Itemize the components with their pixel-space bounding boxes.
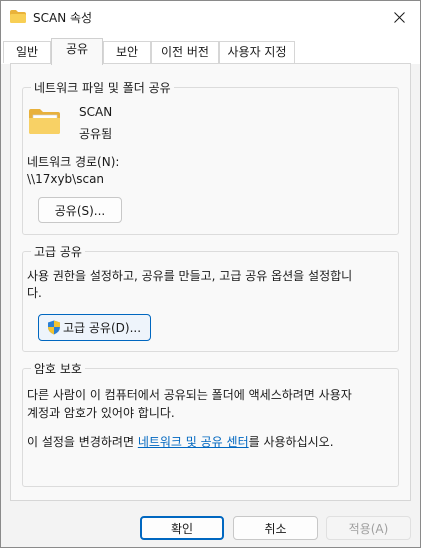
group-title: 암호 보호 [31, 360, 85, 377]
advanced-share-button-label: 고급 공유(D)... [63, 321, 142, 335]
share-status: 공유됨 [79, 127, 113, 141]
advanced-share-description-line1: 사용 권한을 설정하고, 공유를 만들고, 고급 공유 옵션을 설정합니 [27, 269, 353, 283]
tab-label: 사용자 지정 [227, 45, 287, 59]
apply-button-label: 적용(A) [348, 521, 389, 536]
network-path-value: \\17xyb\scan [27, 172, 105, 186]
password-protection-group: 암호 보호 다른 사람이 이 컴퓨터에서 공유되는 폴더에 액세스하려면 사용자… [22, 360, 399, 487]
share-button[interactable]: 공유(S)... [38, 197, 122, 223]
tab-label: 일반 [15, 45, 39, 59]
group-title: 네트워크 파일 및 폴더 공유 [31, 79, 174, 96]
password-description-line2: 계정과 암호가 있어야 합니다. [27, 406, 175, 420]
shared-folder-icon [29, 109, 60, 134]
network-share-group: 네트워크 파일 및 폴더 공유 SCAN 공유됨 네트워크 경로(N): \\1… [22, 79, 399, 235]
network-sharing-center-link[interactable]: 네트워크 및 공유 센터 [138, 435, 249, 449]
uac-shield-icon [48, 320, 60, 335]
tab-customize[interactable]: 사용자 지정 [219, 41, 295, 63]
advanced-share-button[interactable]: 고급 공유(D)... [38, 314, 151, 341]
change-setting-prefix: 이 설정을 변경하려면 [27, 435, 138, 449]
close-icon [393, 11, 405, 23]
tab-sharing[interactable]: 공유 [51, 38, 103, 65]
tab-security[interactable]: 보안 [103, 41, 151, 63]
tab-previous-versions[interactable]: 이전 버전 [151, 41, 219, 63]
ok-button-label: 확인 [170, 521, 194, 536]
advanced-share-group: 고급 공유 사용 권한을 설정하고, 공유를 만들고, 고급 공유 옵션을 설정… [22, 243, 399, 352]
tab-label: 공유 [65, 42, 89, 56]
tab-label: 이전 버전 [161, 45, 209, 59]
tab-general[interactable]: 일반 [3, 41, 51, 63]
close-button[interactable] [378, 1, 420, 33]
properties-window: SCAN 속성 일반 공유 보안 이전 버전 사용자 지정 네트워크 파일 및 … [0, 0, 421, 548]
folder-icon [10, 10, 26, 23]
password-description-line1: 다른 사람이 이 컴퓨터에서 공유되는 폴더에 액세스하려면 사용자 [27, 388, 352, 402]
advanced-share-description-line2: 다. [27, 286, 42, 300]
network-path-label: 네트워크 경로(N): [27, 155, 120, 169]
tab-label: 보안 [115, 45, 139, 59]
group-title: 고급 공유 [31, 243, 85, 260]
folder-name: SCAN [79, 105, 113, 119]
title-bar[interactable]: SCAN 속성 [1, 1, 420, 33]
change-setting-suffix: 를 사용하십시오. [248, 435, 334, 449]
cancel-button-label: 취소 [264, 521, 287, 536]
tab-strip: 일반 공유 보안 이전 버전 사용자 지정 [1, 33, 420, 65]
change-setting-text: 이 설정을 변경하려면 네트워크 및 공유 센터를 사용하십시오. [27, 433, 334, 450]
cancel-button[interactable]: 취소 [233, 516, 318, 540]
share-button-label: 공유(S)... [54, 203, 106, 218]
apply-button[interactable]: 적용(A) [326, 516, 411, 540]
tab-panel: 네트워크 파일 및 폴더 공유 SCAN 공유됨 네트워크 경로(N): \\1… [10, 63, 411, 501]
window-title: SCAN 속성 [33, 11, 93, 25]
ok-button[interactable]: 확인 [140, 516, 224, 540]
